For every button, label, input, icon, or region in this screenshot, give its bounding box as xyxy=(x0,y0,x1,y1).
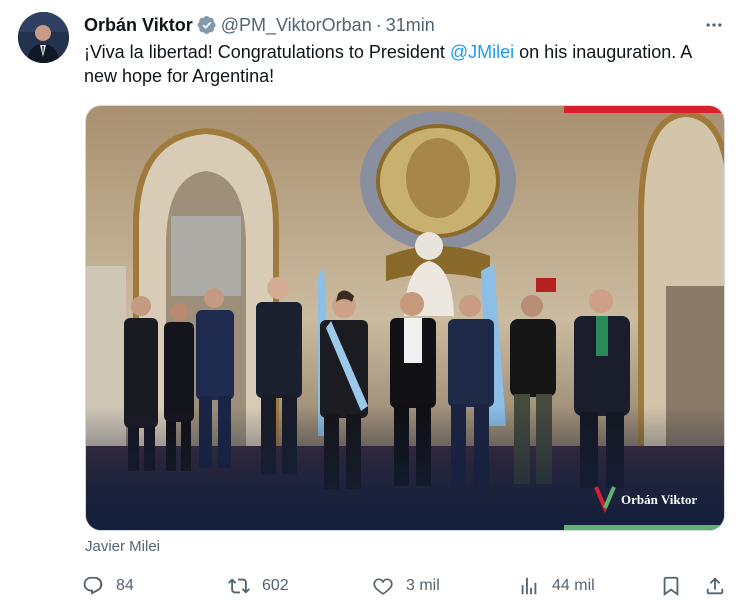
mention-link[interactable]: @JMilei xyxy=(450,42,514,62)
author-name[interactable]: Orbán Viktor xyxy=(84,15,193,36)
author-handle[interactable]: @PM_ViktorOrban xyxy=(221,15,372,36)
photo-scene: Orbán Viktor xyxy=(86,106,724,530)
like-count: 3 mil xyxy=(406,577,440,594)
timestamp[interactable]: 31min xyxy=(386,15,435,36)
tweet-text: ¡Viva la libertad! Congratulations to Pr… xyxy=(84,40,724,88)
avatar[interactable] xyxy=(18,12,69,63)
verified-badge-icon xyxy=(197,15,217,35)
repost-icon xyxy=(228,578,250,594)
views-chart-icon xyxy=(521,577,537,595)
more-options-icon[interactable] xyxy=(702,13,726,37)
photo-watermark: Orbán Viktor xyxy=(621,492,697,507)
reply-count: 84 xyxy=(116,577,134,594)
tweet-header: Orbán Viktor @PM_ViktorOrban · 31min xyxy=(84,13,726,37)
media-caption[interactable]: Javier Milei xyxy=(85,538,160,555)
tweet-photo[interactable]: Orbán Viktor xyxy=(85,105,725,531)
repost-count: 602 xyxy=(262,577,289,594)
views-button[interactable]: 44 mil xyxy=(518,572,595,600)
reply-button[interactable]: 84 xyxy=(82,572,134,600)
bookmark-icon xyxy=(663,576,679,597)
separator-dot: · xyxy=(375,14,382,35)
share-button[interactable] xyxy=(704,572,738,600)
like-button[interactable]: 3 mil xyxy=(372,572,440,600)
action-bar: 84 602 3 mil 44 mil xyxy=(82,572,728,600)
avatar-image xyxy=(18,12,69,63)
heart-icon xyxy=(373,578,393,595)
views-count: 44 mil xyxy=(552,577,595,594)
share-icon xyxy=(706,577,724,595)
repost-button[interactable]: 602 xyxy=(228,572,289,600)
tweet-text-part-1: ¡Viva la libertad! Congratulations to Pr… xyxy=(84,42,450,62)
reply-icon xyxy=(83,576,103,595)
bookmark-button[interactable] xyxy=(660,572,694,600)
